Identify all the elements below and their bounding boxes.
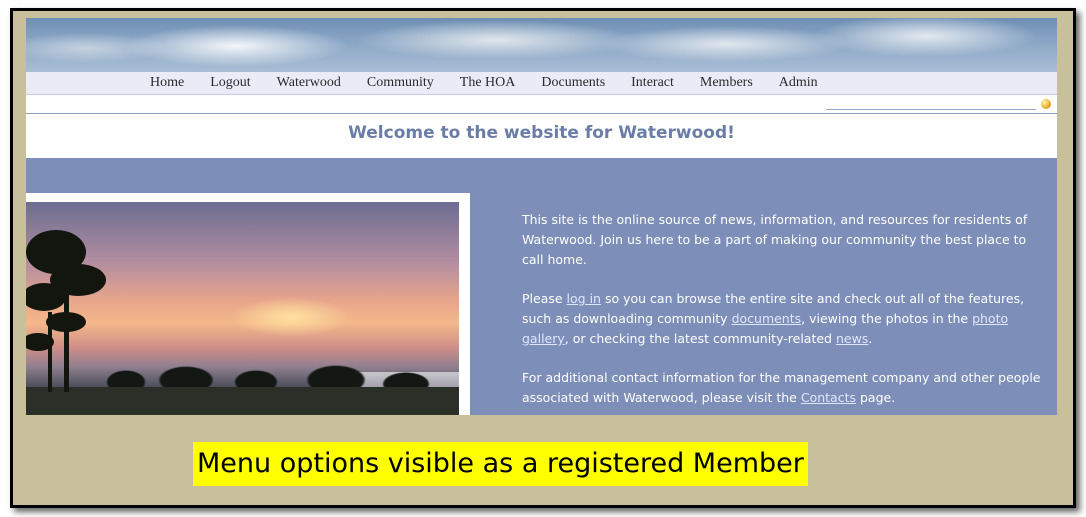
nav-item-logout[interactable]: Logout [210, 75, 250, 91]
intro-paragraph-1: This site is the online source of news, … [522, 212, 1028, 267]
nav-item-home[interactable]: Home [150, 75, 184, 91]
nav-item-members[interactable]: Members [700, 75, 753, 91]
nav-items: Home Logout Waterwood Community The HOA … [150, 72, 844, 94]
text-segment: . [868, 331, 873, 346]
text-segment: For additional contact information for t… [522, 370, 1041, 405]
header-banner-sky [26, 18, 1057, 72]
photo-frame [26, 193, 470, 415]
intro-text: This site is the online source of news, … [522, 210, 1042, 415]
nav-item-community[interactable]: Community [367, 75, 434, 91]
nav-item-waterwood[interactable]: Waterwood [277, 75, 341, 91]
text-segment: , viewing the photos in the [801, 311, 973, 326]
text-segment: , or checking the latest community-relat… [564, 331, 836, 346]
website-screenshot: Home Logout Waterwood Community The HOA … [26, 18, 1057, 415]
nav-item-interact[interactable]: Interact [631, 75, 674, 91]
documents-link[interactable]: documents [732, 311, 802, 326]
intro-paragraph-3: For additional contact information for t… [522, 368, 1042, 408]
status-icon[interactable] [1041, 99, 1051, 109]
sun-glow [231, 297, 351, 337]
welcome-banner: Welcome to the website for Waterwood! [26, 114, 1057, 158]
divider [826, 109, 1036, 110]
highlighted-caption: Menu options visible as a registered Mem… [193, 442, 808, 486]
login-link[interactable]: log in [567, 291, 601, 306]
text-segment: Please [522, 291, 567, 306]
intro-paragraph-2: Please log in so you can browse the enti… [522, 289, 1042, 349]
page-title: Welcome to the website for Waterwood! [348, 123, 735, 143]
news-link[interactable]: news [836, 331, 868, 346]
nav-item-the-hoa[interactable]: The HOA [460, 75, 516, 91]
tree-silhouette-icon [26, 230, 106, 392]
main-nav: Home Logout Waterwood Community The HOA … [26, 72, 1057, 95]
nav-item-documents[interactable]: Documents [541, 75, 605, 91]
text-segment: page. [856, 390, 896, 405]
contacts-link[interactable]: Contacts [801, 390, 856, 405]
sunset-photo [26, 202, 459, 415]
nav-item-admin[interactable]: Admin [779, 75, 818, 91]
sub-bar [26, 95, 1057, 114]
